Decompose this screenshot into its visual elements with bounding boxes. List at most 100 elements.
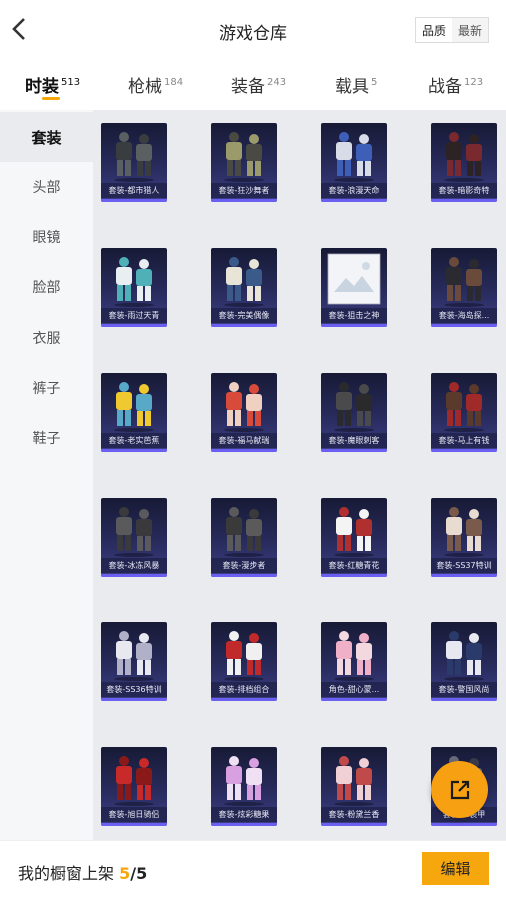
item-card[interactable]: 套装-浪漫天命 bbox=[321, 123, 387, 202]
tab-count: 123 bbox=[464, 77, 484, 89]
category-tabs: 时装 513 枪械 184 装备 243 载具 5 战备 123 bbox=[0, 60, 506, 110]
item-card[interactable]: 套装-炫彩糖果 bbox=[211, 747, 277, 826]
sidebar-item-pants[interactable]: 裤子 bbox=[0, 363, 93, 413]
item-label: 套装-完美偶像 bbox=[211, 308, 277, 323]
white-suit-pair-icon bbox=[114, 257, 154, 307]
red-costume-pair-icon bbox=[224, 382, 264, 432]
item-label: 套装-狙击之神 bbox=[321, 308, 387, 323]
horse-head-suit-icon bbox=[444, 382, 484, 432]
tab-count: 513 bbox=[61, 77, 81, 89]
sort-by-quality-button[interactable]: 品质 bbox=[416, 18, 452, 42]
item-card[interactable]: 套装-警国风尚 bbox=[431, 622, 497, 701]
idol-suit-icon bbox=[224, 257, 264, 307]
item-card[interactable]: 套装-马上有钱 bbox=[431, 373, 497, 452]
tab-equipment[interactable]: 装备 243 bbox=[231, 72, 286, 97]
item-card[interactable]: 角色-甜心蒙... bbox=[321, 622, 387, 701]
item-label: 套装-浪漫天命 bbox=[321, 183, 387, 198]
item-card[interactable]: 套装-福马献瑞 bbox=[211, 373, 277, 452]
item-card[interactable]: 套装-魔眼刺客 bbox=[321, 373, 387, 452]
tab-count: 5 bbox=[371, 77, 378, 89]
image-placeholder-icon bbox=[327, 253, 381, 305]
red-jacket-icon bbox=[114, 756, 154, 806]
item-label: 套装-福马献瑞 bbox=[211, 433, 277, 448]
dark-red-suit-icon bbox=[444, 132, 484, 182]
item-card[interactable]: 套装-漫步者 bbox=[211, 498, 277, 577]
sidebar-item-head[interactable]: 头部 bbox=[0, 162, 93, 212]
external-link-icon bbox=[450, 780, 469, 799]
white-dress-pair-icon bbox=[334, 507, 374, 557]
white-uniform-pair-icon bbox=[444, 631, 484, 681]
sidebar-item-glasses[interactable]: 眼镜 bbox=[0, 212, 93, 262]
item-card[interactable]: 套装-老实芭蕉 bbox=[101, 373, 167, 452]
tab-label: 装备 bbox=[231, 77, 265, 97]
item-label: 角色-甜心蒙... bbox=[321, 682, 387, 697]
sidebar: 套装 头部 眼镜 脸部 衣服 裤子 鞋子 bbox=[0, 110, 93, 840]
blue-white-suit-icon bbox=[334, 132, 374, 182]
tab-count: 184 bbox=[164, 77, 184, 89]
tab-label: 战备 bbox=[428, 77, 462, 97]
item-card[interactable]: 套装-狂沙舞者 bbox=[211, 123, 277, 202]
item-card[interactable]: 套装-SS37特训 bbox=[431, 498, 497, 577]
item-label: 套装-SS37特训 bbox=[431, 558, 497, 573]
tab-label: 枪械 bbox=[128, 77, 162, 97]
item-card[interactable]: 套装-雨过天青 bbox=[101, 248, 167, 327]
showcase-status: 我的橱窗上架 5/5 bbox=[18, 860, 147, 884]
tab-label: 时装 bbox=[25, 77, 59, 97]
sidebar-item-shoes[interactable]: 鞋子 bbox=[0, 413, 93, 463]
tab-vehicles[interactable]: 载具 5 bbox=[335, 72, 377, 97]
item-label: 套装-狂沙舞者 bbox=[211, 183, 277, 198]
item-card[interactable]: 套装-排档组合 bbox=[211, 622, 277, 701]
item-label: 套装-暗影奇特 bbox=[431, 183, 497, 198]
sidebar-item-clothes[interactable]: 衣服 bbox=[0, 313, 93, 363]
item-label: 套装-排档组合 bbox=[211, 682, 277, 697]
sort-by-newest-button[interactable]: 最新 bbox=[452, 18, 488, 42]
item-label: 套装-SS36特训 bbox=[101, 682, 167, 697]
tab-fashion[interactable]: 时装 513 bbox=[25, 72, 80, 97]
banana-suit-icon bbox=[114, 382, 154, 432]
item-label: 套装-雨过天青 bbox=[101, 308, 167, 323]
share-fab-button[interactable] bbox=[431, 761, 488, 818]
item-label: 套装-旭日骑侣 bbox=[101, 807, 167, 822]
item-label: 套装-魔眼刺客 bbox=[321, 433, 387, 448]
item-grid: 套装-都市猎人 套装-狂沙舞者 套装-浪漫天命 套装-暗影奇特套装-雨过天青 套装-完美… bbox=[93, 110, 506, 840]
sidebar-item-face[interactable]: 脸部 bbox=[0, 262, 93, 312]
item-label: 套装-冰冻风暴 bbox=[101, 558, 167, 573]
footer-bar: 我的橱窗上架 5/5 编辑 bbox=[0, 840, 506, 897]
tab-weapons[interactable]: 枪械 184 bbox=[128, 72, 183, 97]
item-card[interactable]: 套装-完美偶像 bbox=[211, 248, 277, 327]
item-card[interactable]: 套装-冰冻风暴 bbox=[101, 498, 167, 577]
item-label: 套装-马上有钱 bbox=[431, 433, 497, 448]
item-label: 套装-漫步者 bbox=[211, 558, 277, 573]
active-tab-indicator bbox=[42, 97, 60, 100]
dark-armor-suit-icon bbox=[114, 132, 154, 182]
assassin-suit-icon bbox=[334, 382, 374, 432]
pink-dress-pair-icon bbox=[334, 756, 374, 806]
item-label: 套装-都市猎人 bbox=[101, 183, 167, 198]
item-label: 套装-警国风尚 bbox=[431, 682, 497, 697]
sidebar-item-suits[interactable]: 套装 bbox=[0, 112, 93, 162]
sort-toggle: 品质 最新 bbox=[415, 17, 489, 43]
item-card[interactable]: 套装-暗影奇特 bbox=[431, 123, 497, 202]
item-card[interactable]: 套装-都市猎人 bbox=[101, 123, 167, 202]
tab-supplies[interactable]: 战备 123 bbox=[428, 72, 483, 97]
tab-label: 载具 bbox=[335, 77, 369, 97]
candy-suit-pair-icon bbox=[224, 756, 264, 806]
item-card[interactable]: 套装-海岛探... bbox=[431, 248, 497, 327]
edit-button[interactable]: 编辑 bbox=[422, 852, 489, 885]
item-card[interactable]: 套装-旭日骑侣 bbox=[101, 747, 167, 826]
item-card[interactable]: 套装-狙击之神 bbox=[321, 248, 387, 327]
frost-armor-suit-icon bbox=[114, 507, 154, 557]
item-card[interactable]: 套装-粉黛兰香 bbox=[321, 747, 387, 826]
small-training-suit-icon bbox=[114, 631, 154, 681]
item-label: 套装-炫彩糖果 bbox=[211, 807, 277, 822]
pink-character-icon bbox=[334, 631, 374, 681]
showcase-total-count: /5 bbox=[130, 864, 148, 883]
desert-suit-icon bbox=[224, 132, 264, 182]
item-label: 套装-粉黛兰香 bbox=[321, 807, 387, 822]
item-label: 套装-海岛探... bbox=[431, 308, 497, 323]
item-card[interactable]: 套装-红糖青花 bbox=[321, 498, 387, 577]
item-label: 套装-老实芭蕉 bbox=[101, 433, 167, 448]
item-card[interactable]: 套装-SS36特训 bbox=[101, 622, 167, 701]
header: 游戏仓库 品质 最新 bbox=[0, 0, 506, 60]
training-suit-pair-icon bbox=[444, 507, 484, 557]
